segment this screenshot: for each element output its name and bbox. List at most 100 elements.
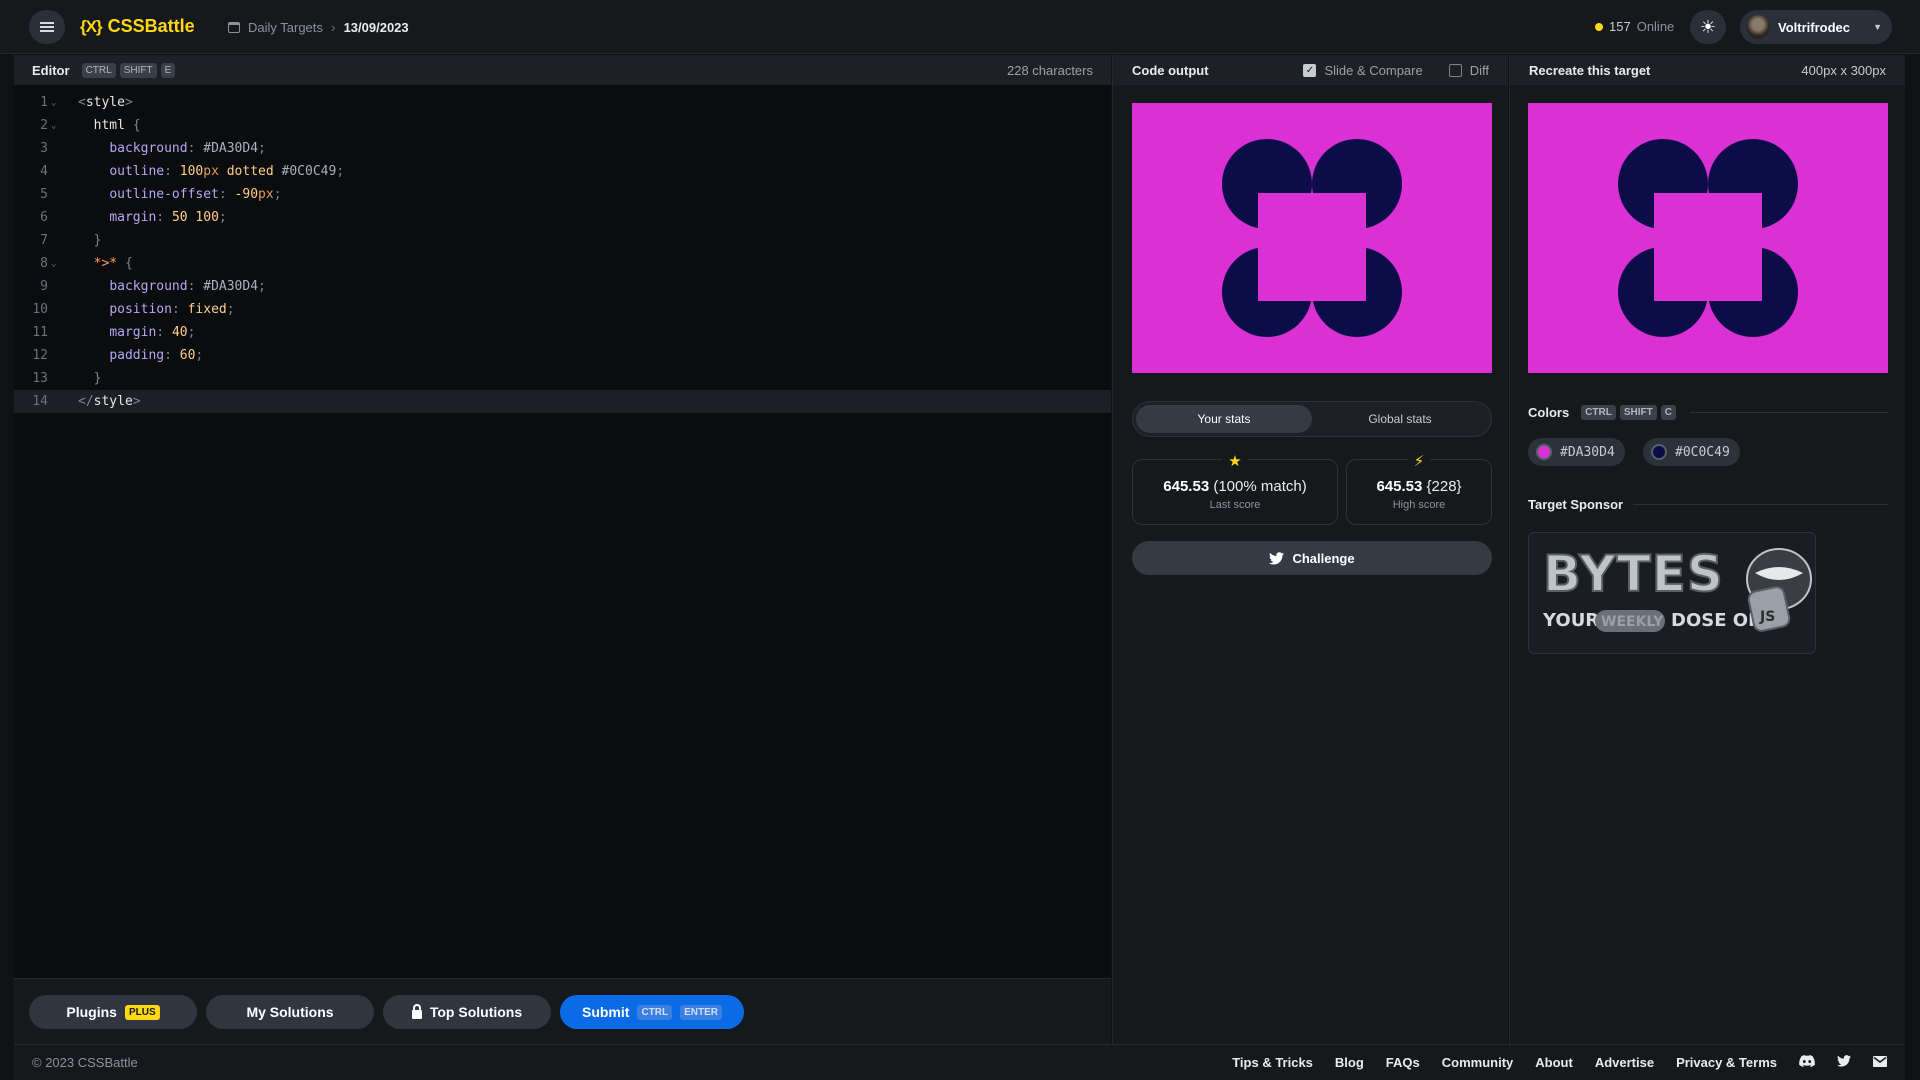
footer-link-blog[interactable]: Blog: [1335, 1055, 1364, 1070]
code-line[interactable]: 4 outline: 100px dotted #0C0C49;: [14, 160, 1111, 183]
logo[interactable]: {X} CSSBattle: [80, 16, 195, 37]
plugins-button[interactable]: Plugins PLUS: [29, 995, 197, 1029]
shortcut-key: CTRL: [1581, 405, 1616, 420]
divider: [1633, 504, 1888, 505]
svg-text:WEEKLY: WEEKLY: [1601, 614, 1664, 630]
code-line[interactable]: 11 margin: 40;: [14, 321, 1111, 344]
star-icon: ★: [1133, 452, 1337, 470]
shortcut-key: E: [160, 62, 176, 78]
high-score-card: ⚡ 645.53 {228} High score: [1346, 453, 1492, 525]
target-header: Recreate this target 400px x 300px: [1510, 55, 1905, 85]
code-line[interactable]: 6 margin: 50 100;: [14, 206, 1111, 229]
top-bar: {X} CSSBattle Daily Targets › 13/09/2023…: [0, 0, 1920, 54]
lock-icon: [411, 1003, 422, 1019]
code-line[interactable]: 10 position: fixed;: [14, 298, 1111, 321]
footer-link-privacy[interactable]: Privacy & Terms: [1676, 1055, 1777, 1070]
code-editor[interactable]: 1 ⌄ <style> 2 ⌄ html {3 background: #DA30D4;…: [14, 85, 1111, 413]
footer-link-tips[interactable]: Tips & Tricks: [1232, 1055, 1313, 1070]
tab-your-stats[interactable]: Your stats: [1136, 405, 1312, 433]
diff-label[interactable]: Diff: [1470, 63, 1489, 78]
fold-chevron-icon[interactable]: ⌄: [48, 98, 78, 108]
tab-global-stats[interactable]: Global stats: [1312, 405, 1488, 433]
breadcrumb: Daily Targets › 13/09/2023: [228, 19, 409, 35]
discord-icon[interactable]: [1799, 1055, 1815, 1070]
output-header: Code output ✓ Slide & Compare Diff: [1113, 55, 1508, 85]
avatar: [1746, 15, 1770, 39]
editor-header: Editor CTRL SHIFT E 228 characters: [14, 55, 1111, 85]
username: Voltrifrodec: [1778, 19, 1850, 35]
online-dot-icon: [1595, 22, 1603, 31]
my-solutions-label: My Solutions: [246, 1004, 334, 1020]
theme-toggle-button[interactable]: ☀: [1690, 10, 1726, 44]
shortcut-key: SHIFT: [1619, 405, 1657, 420]
line-number: 3: [40, 141, 48, 156]
top-solutions-button[interactable]: Top Solutions: [383, 995, 551, 1029]
color-hex: #0C0C49: [1675, 444, 1730, 460]
line-number: 4: [40, 164, 48, 179]
code-line[interactable]: 3 background: #DA30D4;: [14, 137, 1111, 160]
target-title: Recreate this target: [1529, 62, 1651, 78]
my-solutions-button[interactable]: My Solutions: [206, 995, 374, 1029]
target-pane: Recreate this target 400px x 300px Color…: [1509, 55, 1905, 1044]
footer-link-community[interactable]: Community: [1442, 1055, 1514, 1070]
user-menu-button[interactable]: Voltrifrodec ▼: [1740, 10, 1892, 44]
footer-link-faqs[interactable]: FAQs: [1386, 1055, 1420, 1070]
plus-badge: PLUS: [124, 1004, 160, 1020]
high-score-detail: {228}: [1426, 478, 1462, 495]
code-line[interactable]: 2 ⌄ html {: [14, 114, 1111, 137]
sponsor-section-title: Target Sponsor: [1528, 497, 1888, 512]
fold-chevron-icon[interactable]: ⌄: [48, 259, 78, 269]
fold-chevron-icon[interactable]: ⌄: [48, 121, 78, 131]
online-count: 157: [1609, 19, 1631, 34]
color-dot-icon: [1536, 444, 1552, 460]
code-line[interactable]: 5 outline-offset: -90px;: [14, 183, 1111, 206]
output-canvas[interactable]: [1132, 103, 1492, 373]
svg-text:YOUR: YOUR: [1542, 610, 1599, 631]
last-score-label: Last score: [1209, 499, 1261, 511]
calendar-icon: [228, 21, 240, 33]
target-render: [1528, 103, 1888, 373]
diff-checkbox[interactable]: [1448, 63, 1462, 77]
svg-text:BYTES: BYTES: [1543, 545, 1724, 603]
code-text: background: #DA30D4;: [109, 279, 266, 294]
code-line[interactable]: 1 ⌄ <style>: [14, 91, 1111, 114]
line-number: 5: [40, 187, 48, 202]
color-swatch-navy[interactable]: #0C0C49: [1643, 438, 1740, 466]
code-line[interactable]: 12 padding: 60;: [14, 344, 1111, 367]
shortcut-key: ENTER: [680, 1004, 723, 1020]
code-output-pane: Code output ✓ Slide & Compare Diff Your …: [1112, 55, 1508, 1044]
menu-button[interactable]: [29, 10, 65, 44]
code-text: }: [93, 371, 102, 386]
chevron-right-icon: ›: [330, 19, 336, 35]
code-line[interactable]: 9 background: #DA30D4;: [14, 275, 1111, 298]
bolt-icon: ⚡: [1347, 452, 1491, 470]
twitter-icon[interactable]: [1837, 1055, 1851, 1070]
footer-link-advertise[interactable]: Advertise: [1595, 1055, 1654, 1070]
menu-icon: [40, 26, 54, 28]
sponsor-banner[interactable]: BYTES YOUR WEEKLY DOSE OF JS: [1528, 532, 1816, 654]
code-line[interactable]: 8 ⌄ *>* {: [14, 252, 1111, 275]
line-number: 11: [32, 325, 48, 340]
code-text: background: #DA30D4;: [109, 141, 266, 156]
color-swatch-pink[interactable]: #DA30D4: [1528, 438, 1625, 466]
target-size: 400px x 300px: [1801, 62, 1886, 78]
plugins-label: Plugins: [66, 1004, 117, 1020]
slide-compare-label[interactable]: Slide & Compare: [1324, 63, 1422, 78]
code-text: </style>: [78, 394, 141, 409]
line-number: 6: [40, 210, 48, 225]
character-count: 228 characters: [1007, 62, 1093, 78]
code-line[interactable]: 7 }: [14, 229, 1111, 252]
mail-icon[interactable]: [1873, 1055, 1887, 1070]
breadcrumb-date: 13/09/2023: [343, 19, 409, 35]
code-line[interactable]: 14 </style>: [14, 390, 1111, 413]
copyright: © 2023 CSSBattle: [32, 1055, 138, 1070]
editor-title: Editor: [32, 62, 70, 78]
breadcrumb-daily-targets[interactable]: Daily Targets: [248, 20, 323, 35]
code-text: html {: [93, 118, 141, 133]
submit-button[interactable]: Submit CTRL ENTER: [560, 995, 744, 1029]
slide-compare-checkbox[interactable]: ✓: [1303, 63, 1317, 77]
footer-link-about[interactable]: About: [1535, 1055, 1573, 1070]
challenge-button[interactable]: Challenge: [1132, 541, 1492, 575]
shortcut-key: CTRL: [637, 1004, 673, 1020]
code-line[interactable]: 13 }: [14, 367, 1111, 390]
